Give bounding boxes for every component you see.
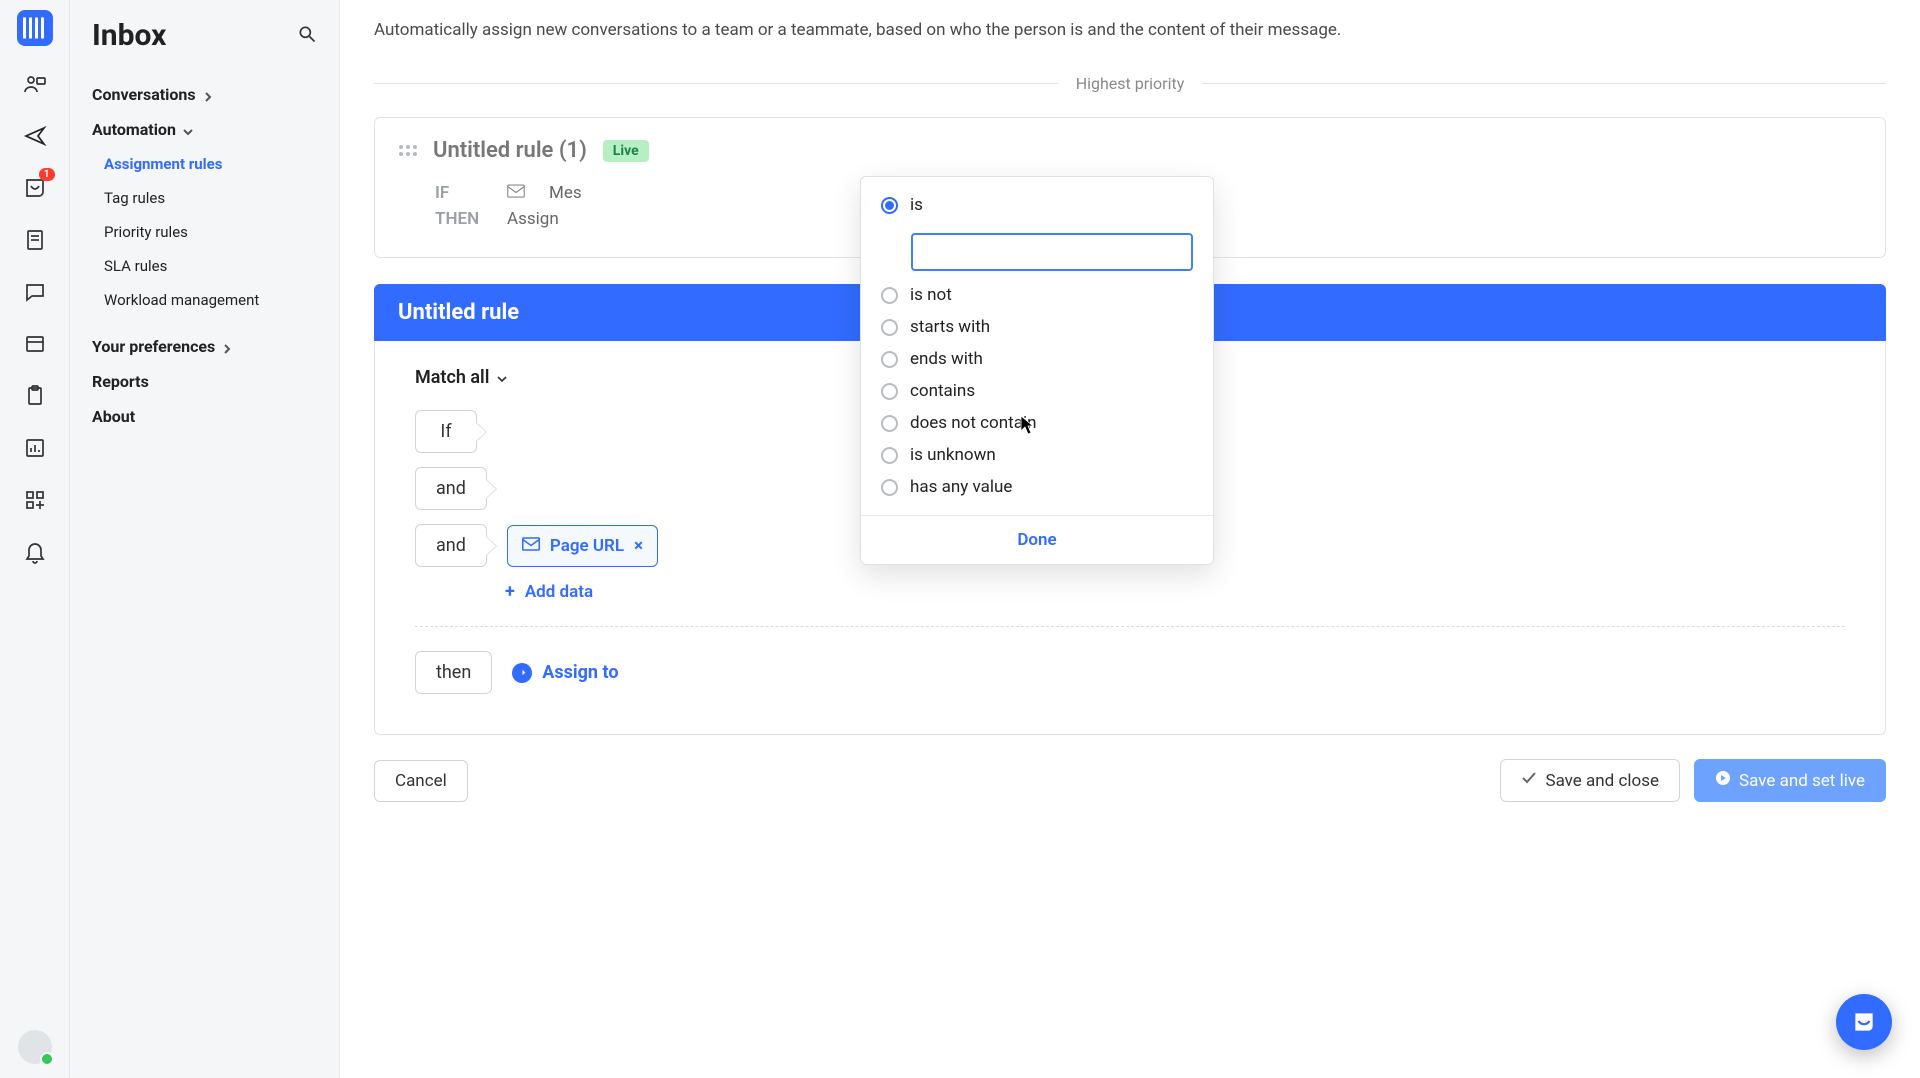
plus-icon: + — [505, 581, 515, 602]
radio-icon — [881, 319, 898, 336]
radio-icon — [881, 447, 898, 464]
option-is-not[interactable]: is not — [881, 285, 1193, 305]
chevron-right-icon — [202, 88, 216, 102]
pages-icon[interactable] — [21, 330, 49, 358]
chip-remove-icon[interactable]: × — [634, 536, 643, 556]
assign-arrow-icon — [512, 663, 532, 683]
article-icon[interactable] — [21, 226, 49, 254]
sidebar-title: Inbox — [92, 18, 297, 53]
option-contains[interactable]: contains — [881, 381, 1193, 401]
radio-icon — [881, 351, 898, 368]
nav-sla-rules[interactable]: SLA rules — [70, 249, 339, 283]
page-url-chip[interactable]: Page URL × — [507, 525, 658, 567]
inbox-icon[interactable]: 1 — [21, 174, 49, 202]
nav-automation[interactable]: Automation — [70, 112, 339, 147]
chevron-down-icon — [182, 123, 196, 137]
radio-icon — [881, 479, 898, 496]
description-text: Automatically assign new conversations t… — [374, 20, 1886, 40]
then-keyword: THEN — [435, 209, 483, 229]
if-box: If — [415, 410, 477, 453]
chevron-right-icon — [221, 340, 235, 354]
priority-divider: Highest priority — [374, 74, 1886, 93]
radio-icon — [881, 383, 898, 400]
brand-logo[interactable] — [17, 10, 53, 46]
done-button[interactable]: Done — [861, 515, 1213, 564]
message-icon[interactable] — [21, 278, 49, 306]
if-summary: Mes — [549, 183, 582, 203]
envelope-icon — [507, 183, 525, 203]
operator-value-input[interactable] — [911, 233, 1193, 271]
assign-to-button[interactable]: Assign to — [512, 662, 618, 683]
save-close-button[interactable]: Save and close — [1500, 759, 1680, 802]
save-live-button[interactable]: Save and set live — [1694, 759, 1886, 802]
radio-icon — [881, 415, 898, 432]
contacts-icon[interactable] — [21, 70, 49, 98]
status-badge: Live — [603, 140, 649, 162]
rule-title: Untitled rule (1) — [433, 138, 587, 163]
option-any-value[interactable]: has any value — [881, 477, 1193, 497]
cancel-button[interactable]: Cancel — [374, 760, 468, 802]
and-box: and — [415, 467, 487, 510]
nav-about[interactable]: About — [70, 399, 339, 434]
search-icon[interactable] — [297, 24, 317, 48]
nav-your-preferences[interactable]: Your preferences — [70, 329, 339, 364]
help-launcher[interactable] — [1836, 994, 1892, 1050]
option-ends-with[interactable]: ends with — [881, 349, 1193, 369]
bell-icon[interactable] — [21, 538, 49, 566]
and-box: and — [415, 524, 487, 567]
nav-priority-rules[interactable]: Priority rules — [70, 215, 339, 249]
nav-tag-rules[interactable]: Tag rules — [70, 181, 339, 215]
option-unknown[interactable]: is unknown — [881, 445, 1193, 465]
chart-icon[interactable] — [21, 434, 49, 462]
nav-assignment-rules[interactable]: Assignment rules — [70, 147, 339, 181]
sidebar: Inbox Conversations Automation Assignmen… — [70, 0, 340, 1078]
dashed-divider — [415, 626, 1845, 627]
nav-conversations[interactable]: Conversations — [70, 77, 339, 112]
envelope-icon — [522, 536, 540, 556]
footer-bar: Cancel Save and close Save and set live — [374, 743, 1886, 816]
add-data-button[interactable]: + Add data — [505, 581, 593, 602]
send-icon[interactable] — [21, 122, 49, 150]
play-icon — [1715, 770, 1731, 791]
then-box: then — [415, 651, 492, 694]
option-is[interactable]: is — [881, 195, 1193, 215]
icon-rail: 1 — [0, 0, 70, 1078]
option-not-contain[interactable]: does not contain — [881, 413, 1193, 433]
if-keyword: IF — [435, 183, 483, 203]
operator-popover: is is not starts with ends with contains — [860, 176, 1214, 565]
then-row: then Assign to — [415, 651, 1845, 694]
user-avatar[interactable] — [18, 1030, 52, 1064]
drag-handle-icon[interactable] — [399, 145, 417, 156]
then-summary: Assign — [507, 209, 559, 229]
clipboard-icon[interactable] — [21, 382, 49, 410]
radio-icon — [881, 287, 898, 304]
radio-icon — [881, 197, 898, 214]
check-icon — [1521, 770, 1537, 791]
inbox-badge: 1 — [39, 168, 55, 181]
caret-down-icon — [497, 368, 507, 387]
nav-reports[interactable]: Reports — [70, 364, 339, 399]
apps-icon[interactable] — [21, 486, 49, 514]
main-content: Automatically assign new conversations t… — [340, 0, 1920, 1078]
option-starts-with[interactable]: starts with — [881, 317, 1193, 337]
nav-workload[interactable]: Workload management — [70, 283, 339, 317]
